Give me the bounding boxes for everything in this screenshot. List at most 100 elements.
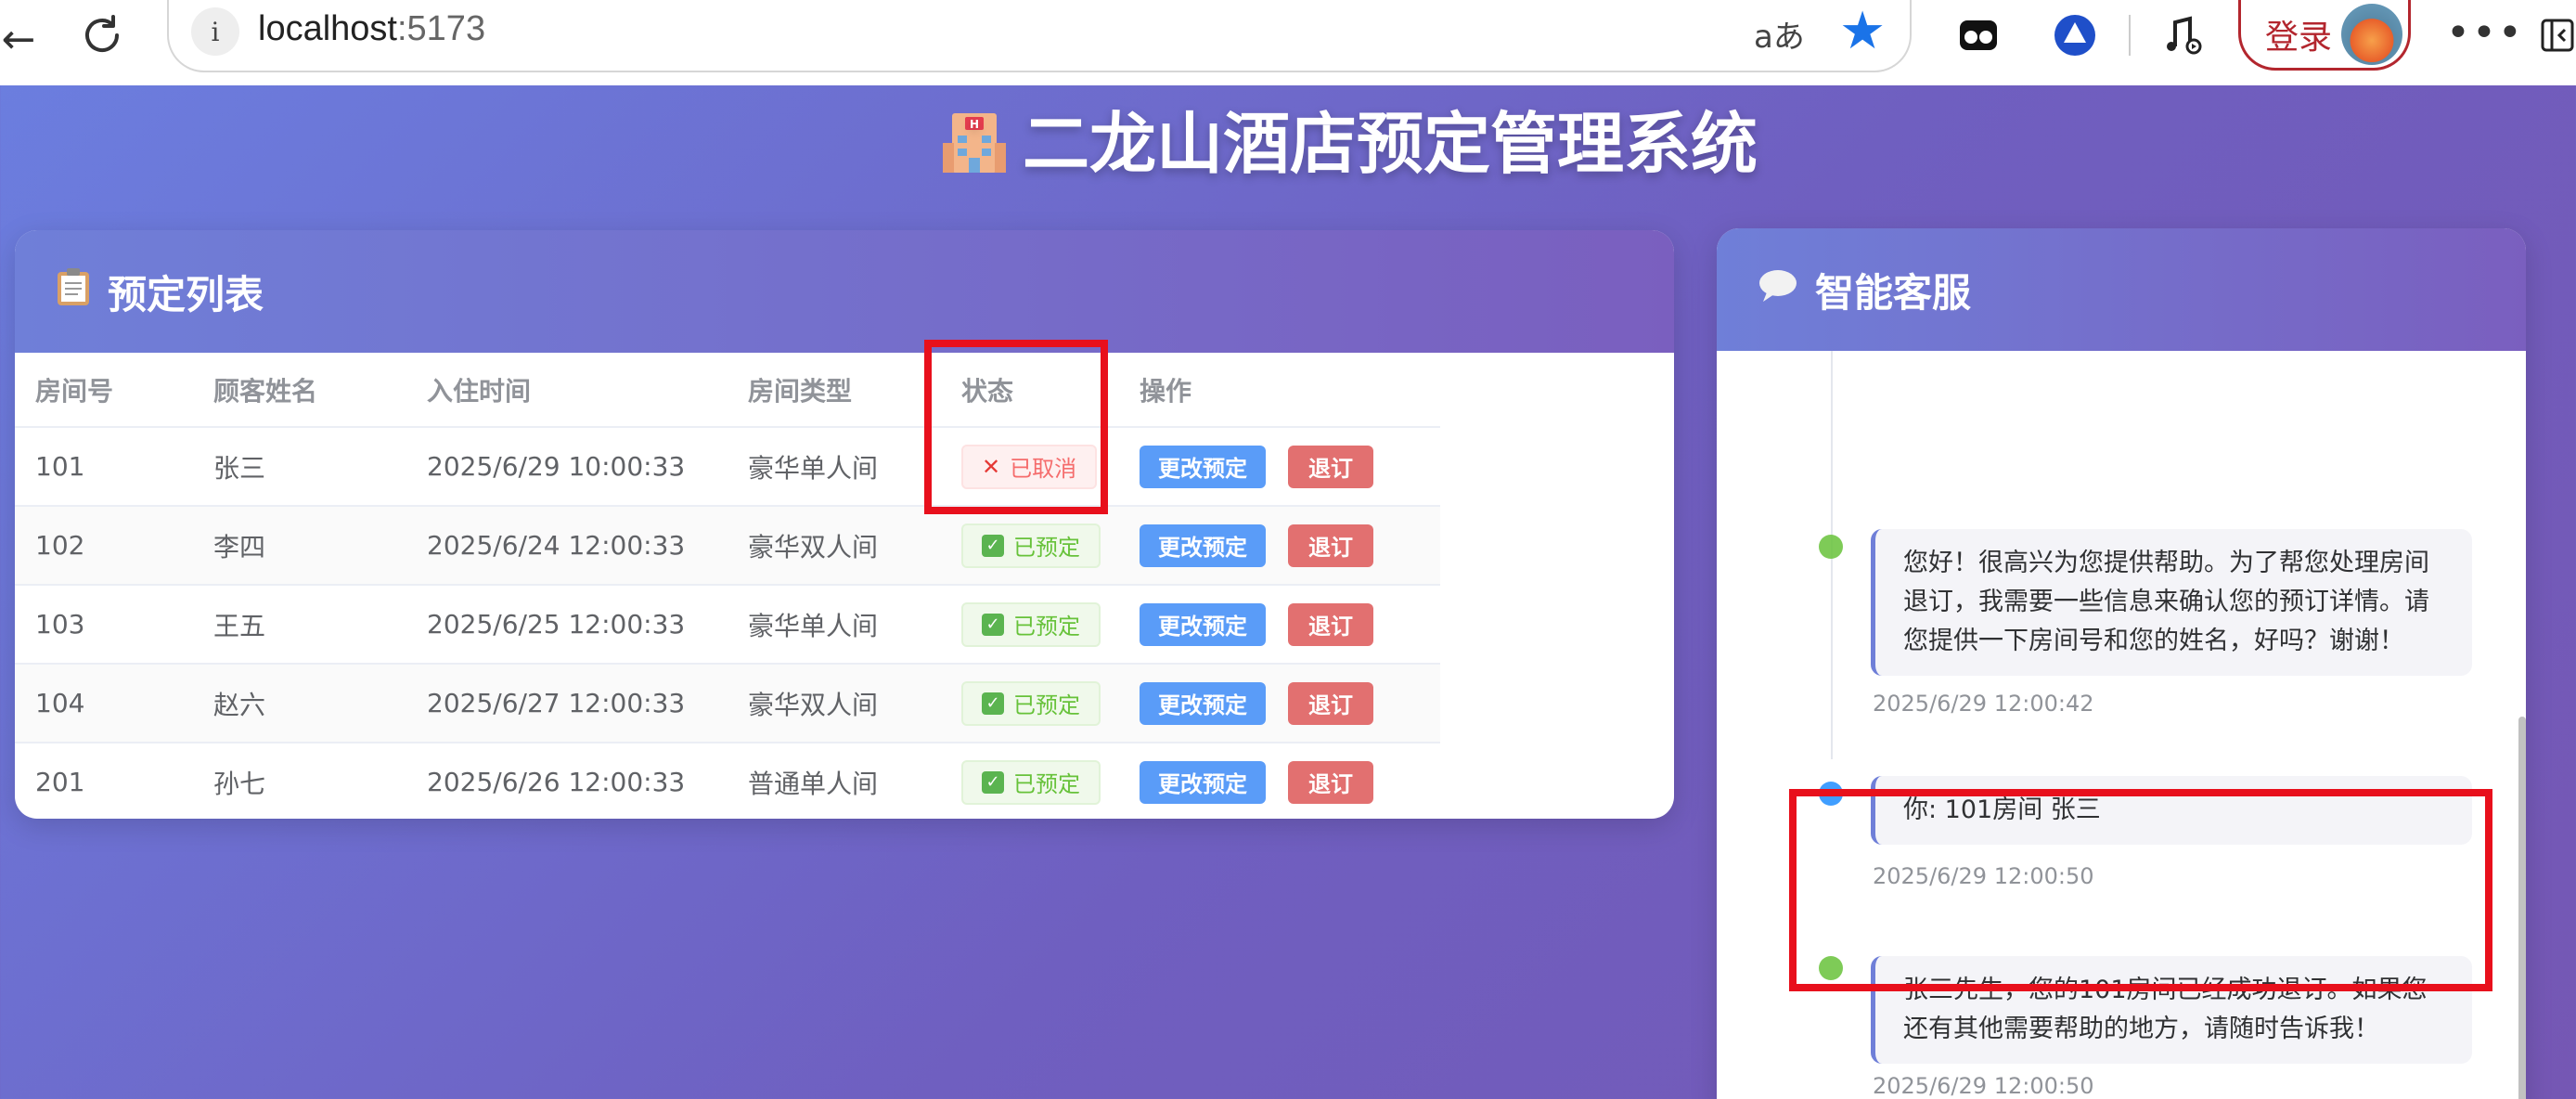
media-icon[interactable] [2162, 13, 2207, 58]
room-type-cell: 豪华双人间 [728, 506, 941, 586]
read-aloud-icon[interactable]: aあ [1754, 11, 1805, 57]
favorite-star-icon[interactable]: ★ [1839, 4, 1886, 59]
url-text[interactable]: localhost:5173 [258, 9, 485, 49]
hotel-icon: H [939, 106, 1010, 176]
svg-text:H: H [970, 118, 979, 131]
room-type-cell: 豪华双人间 [728, 664, 941, 743]
edit-booking-button[interactable]: 更改预定 [1140, 681, 1266, 725]
copilot-icon[interactable] [2053, 13, 2097, 58]
actions-cell: 更改预定 退订 [1119, 743, 1440, 819]
chat-message-time: 2025/6/29 12:00:50 [1873, 863, 2094, 889]
guest-name-cell: 张三 [193, 427, 406, 507]
guest-name-cell: 王五 [193, 585, 406, 665]
chat-scrollbar[interactable] [2518, 717, 2526, 1099]
checkin-time-cell: 2025/6/29 10:00:33 [406, 427, 728, 507]
chat-panel-title: 智能客服 [1815, 269, 1972, 316]
status-label: 已取消 [1010, 456, 1077, 482]
booking-table: 房间号 顾客姓名 入住时间 房间类型 状态 操作 101 张三 2025/6/29 … [15, 353, 1440, 819]
clipboard-icon [56, 266, 91, 317]
address-bar[interactable]: i localhost:5173 aあ ★ [167, 0, 1912, 72]
checkout-button[interactable]: 退订 [1288, 445, 1373, 488]
edit-booking-button[interactable]: 更改预定 [1140, 602, 1266, 646]
room-number-cell: 201 [15, 743, 193, 819]
room-number-cell: 102 [15, 506, 193, 586]
room-number-cell: 104 [15, 664, 193, 743]
column-header-checkin: 入住时间 [406, 353, 728, 428]
back-icon[interactable]: ← [0, 11, 37, 67]
status-badge: ✕ 已取消 [961, 444, 1098, 489]
page-title-text: 二龙山酒店预定管理系统 [1022, 105, 1758, 183]
table-header-row: 房间号 顾客姓名 入住时间 房间类型 状态 操作 [15, 353, 1440, 428]
chat-message-time: 2025/6/29 12:00:42 [1873, 691, 2094, 717]
chat-message-assistant: 张三先生，您的101房间已经成功退订。如果您还有其他需要帮助的地方，请随时告诉我… [1871, 956, 2472, 1064]
column-header-status: 状态 [941, 353, 1119, 428]
table-row: 201 孙七 2025/6/26 12:00:33 普通单人间 ✓ 已预定 更改预定 退订 [15, 743, 1440, 819]
actions-cell: 更改预定 退订 [1119, 427, 1440, 507]
edit-booking-button[interactable]: 更改预定 [1140, 445, 1266, 488]
checkin-time-cell: 2025/6/24 12:00:33 [406, 506, 728, 586]
status-label: 已预定 [1013, 692, 1080, 718]
chat-message-user: 你: 101房间 张三 [1871, 776, 2472, 845]
booking-panel-header: 预定列表 [15, 230, 1674, 353]
info-icon[interactable]: i [191, 7, 239, 56]
status-label: 已预定 [1013, 771, 1080, 797]
room-type-cell: 豪华单人间 [728, 427, 941, 507]
cross-icon: ✕ [982, 453, 1001, 480]
status-label: 已预定 [1013, 535, 1080, 561]
status-badge: ✓ 已预定 [961, 601, 1101, 647]
speech-bubble-icon [1758, 266, 1798, 313]
edit-booking-button[interactable]: 更改预定 [1140, 524, 1266, 567]
booking-panel-title: 预定列表 [108, 271, 264, 317]
guest-name-cell: 赵六 [193, 664, 406, 743]
check-icon: ✓ [982, 534, 1004, 557]
status-badge: ✓ 已预定 [961, 680, 1101, 726]
chat-message-assistant: 您好！很高兴为您提供帮助。为了帮您处理房间退订，我需要一些信息来确认您的预订详情… [1871, 529, 2472, 676]
assistant-dot-icon [1819, 956, 1843, 980]
status-cell: ✕ 已取消 [941, 427, 1119, 507]
check-icon: ✓ [982, 770, 1004, 794]
actions-cell: 更改预定 退订 [1119, 664, 1440, 743]
chat-timeline[interactable]: 您好！很高兴为您提供帮助。为了帮您处理房间退订，我需要一些信息来确认您的预订详情… [1717, 351, 2526, 1099]
chat-panel: 智能客服 您好！很高兴为您提供帮助。为了帮您处理房间退订，我需要一些信息来确认您… [1717, 228, 2526, 1099]
page-title: H 二龙山酒店预定管理系统 [0, 89, 2576, 183]
login-label: 登录 [2265, 18, 2333, 57]
column-header-room: 房间号 [15, 353, 193, 428]
table-row: 101 张三 2025/6/29 10:00:33 豪华单人间 ✕ 已取消 更改预定 退订 [15, 427, 1440, 507]
browser-toolbar: ← i localhost:5173 aあ ★ 登录 ••• [0, 0, 2576, 85]
more-icon[interactable]: ••• [2446, 9, 2524, 57]
table-row: 102 李四 2025/6/24 12:00:33 豪华双人间 ✓ 已预定 更改预定 退订 [15, 506, 1440, 586]
column-header-actions: 操作 [1119, 353, 1440, 428]
avatar [2341, 4, 2402, 65]
table-row: 104 赵六 2025/6/27 12:00:33 豪华双人间 ✓ 已预定 更改预定 退订 [15, 664, 1440, 743]
edit-booking-button[interactable]: 更改预定 [1140, 760, 1266, 804]
room-number-cell: 103 [15, 585, 193, 665]
column-header-name: 顾客姓名 [193, 353, 406, 428]
status-cell: ✓ 已预定 [941, 743, 1119, 819]
checkout-button[interactable]: 退订 [1288, 681, 1373, 725]
toolbar-divider [2129, 15, 2131, 56]
room-type-cell: 豪华单人间 [728, 585, 941, 665]
sidebar-icon[interactable] [2539, 17, 2576, 54]
check-icon: ✓ [982, 692, 1004, 715]
checkout-button[interactable]: 退订 [1288, 524, 1373, 567]
status-badge: ✓ 已预定 [961, 523, 1101, 568]
checkout-button[interactable]: 退订 [1288, 602, 1373, 646]
login-button[interactable]: 登录 [2238, 0, 2411, 71]
checkin-time-cell: 2025/6/27 12:00:33 [406, 664, 728, 743]
chat-panel-header: 智能客服 [1717, 228, 2526, 351]
reload-icon[interactable] [74, 7, 130, 63]
status-badge: ✓ 已预定 [961, 759, 1101, 805]
actions-cell: 更改预定 退订 [1119, 506, 1440, 586]
checkout-button[interactable]: 退订 [1288, 760, 1373, 804]
guest-name-cell: 孙七 [193, 743, 406, 819]
status-label: 已预定 [1013, 614, 1080, 640]
check-icon: ✓ [982, 613, 1004, 636]
checkin-time-cell: 2025/6/25 12:00:33 [406, 585, 728, 665]
column-header-room-type: 房间类型 [728, 353, 941, 428]
status-cell: ✓ 已预定 [941, 506, 1119, 586]
booking-panel: 预定列表 房间号 顾客姓名 入住时间 房间类型 状态 操作 101 张三 2025/… [15, 230, 1674, 819]
chat-message-time: 2025/6/29 12:00:50 [1873, 1073, 2094, 1099]
extension-icon[interactable] [1956, 13, 2001, 58]
room-number-cell: 101 [15, 427, 193, 507]
user-dot-icon: ••• [1816, 782, 1845, 806]
